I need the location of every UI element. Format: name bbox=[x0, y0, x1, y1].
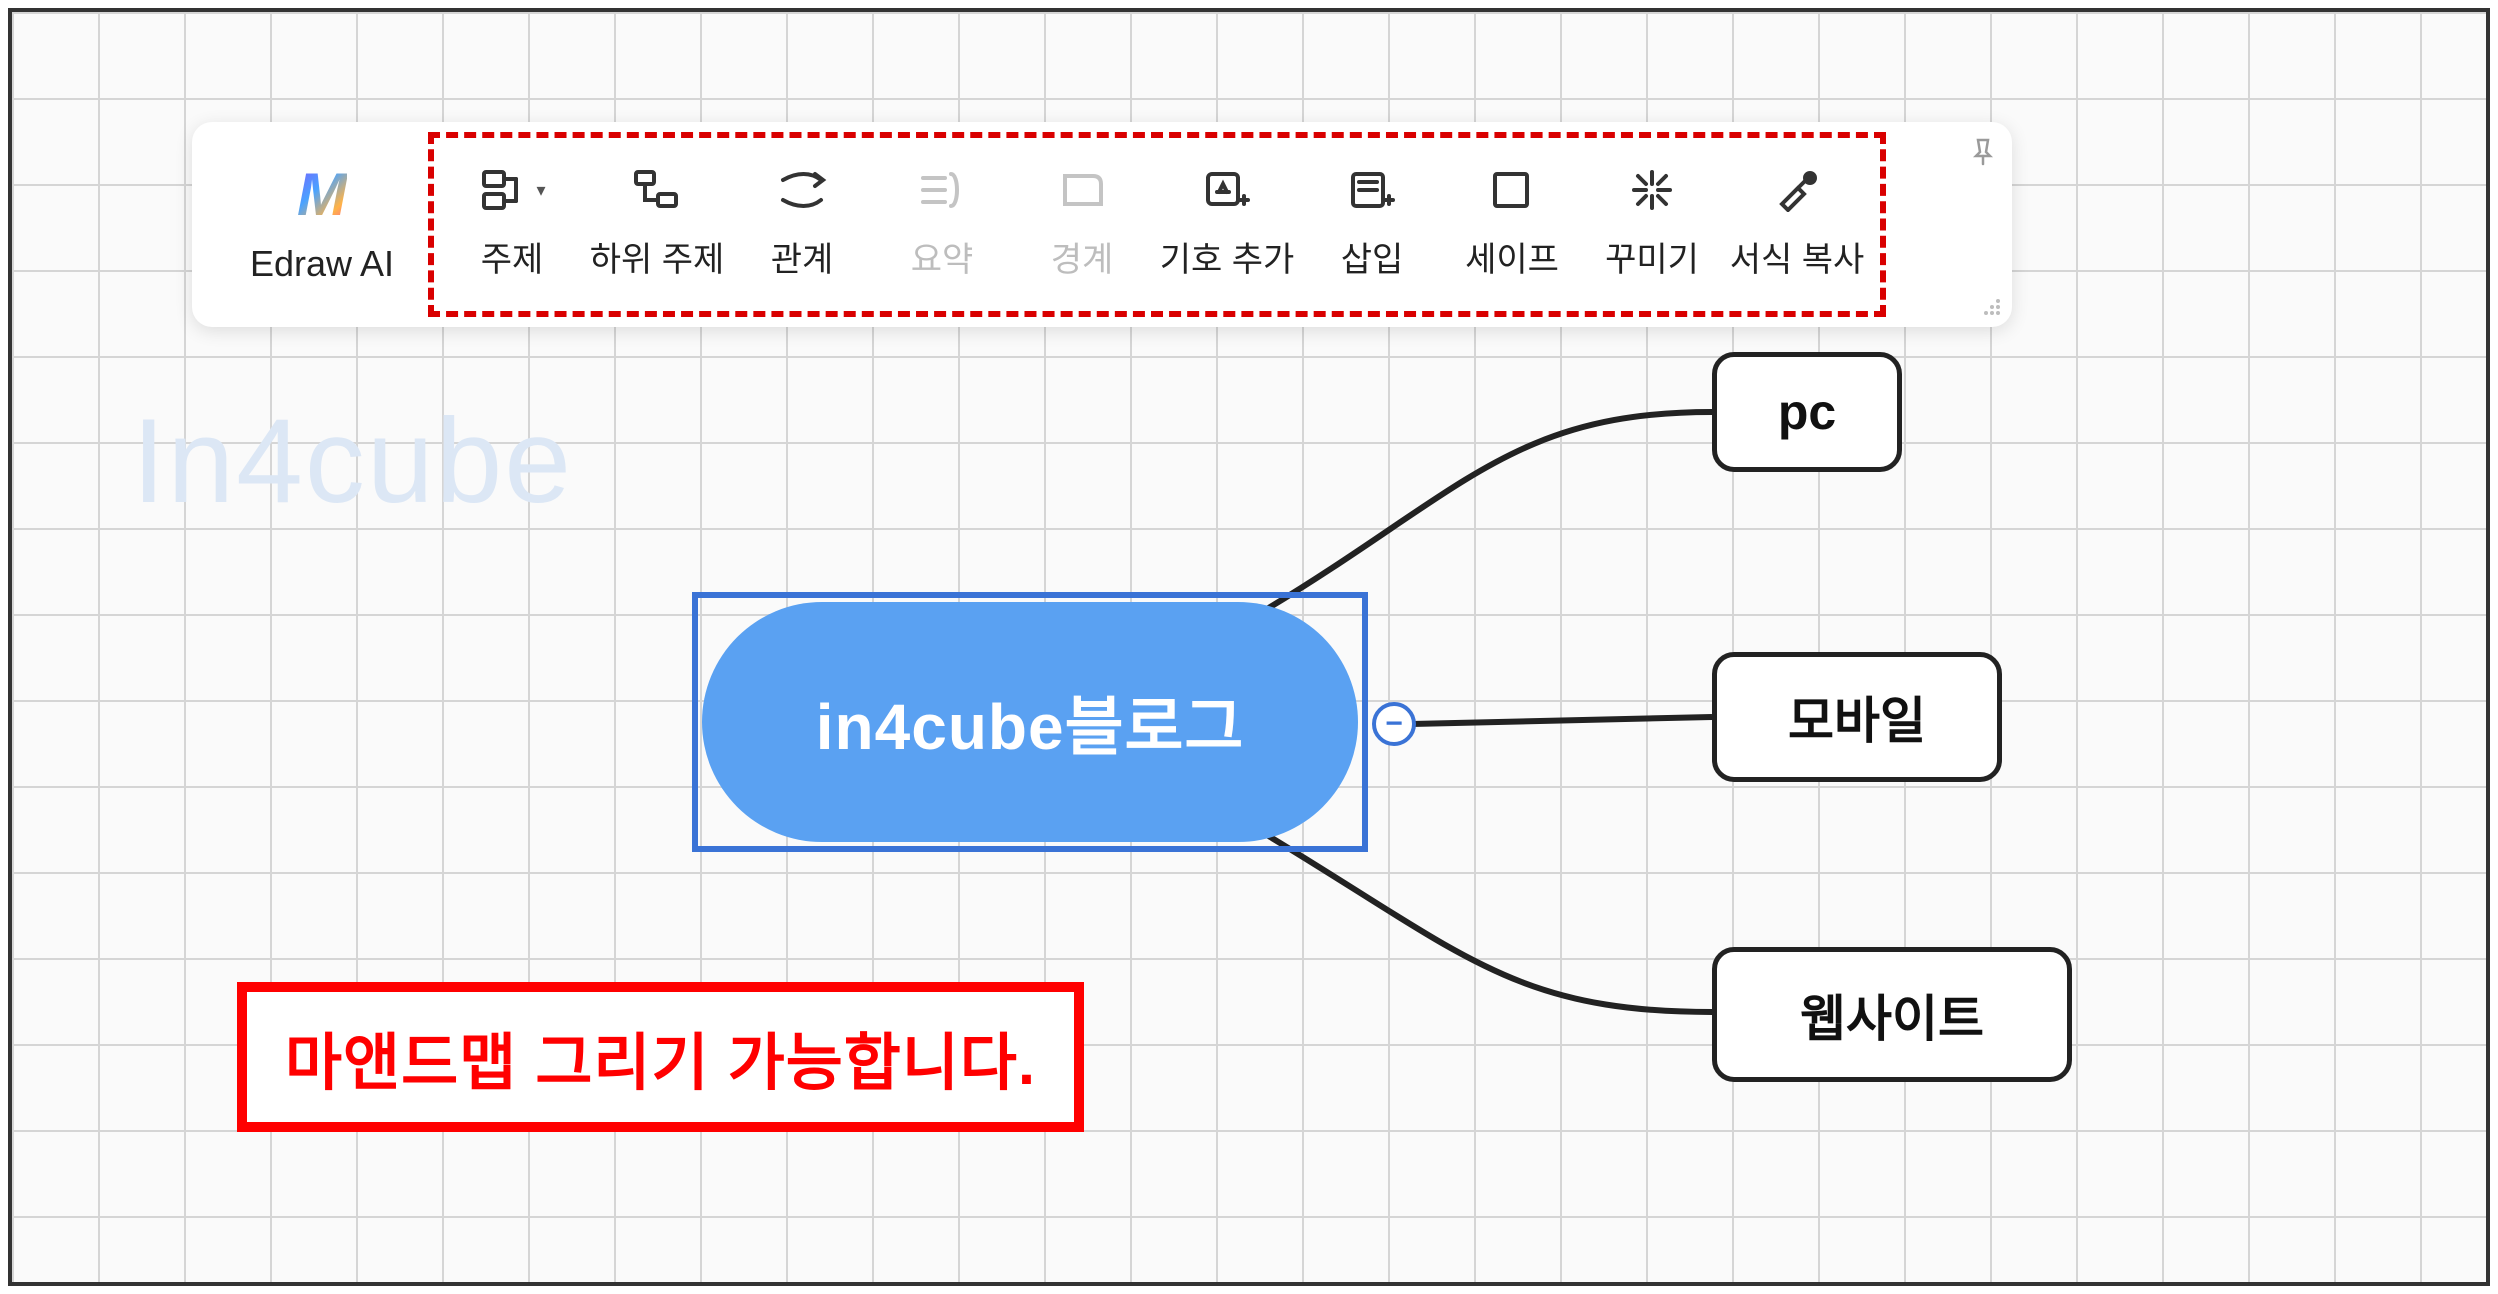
topic-icon bbox=[478, 168, 528, 212]
collapse-minus-icon: − bbox=[1385, 709, 1403, 739]
add-symbol-label: 기호 추가 bbox=[1160, 232, 1295, 281]
add-symbol-icon bbox=[1202, 168, 1252, 212]
child-node-mobile[interactable]: 모바일 bbox=[1712, 652, 2002, 782]
shape-icon bbox=[1487, 168, 1537, 212]
toolbar-main-group: ▾ 주제 하위 주제 bbox=[422, 122, 1892, 327]
boundary-icon bbox=[1057, 168, 1107, 212]
topic-label: 주제 bbox=[481, 232, 544, 281]
child-node-website[interactable]: 웹사이트 bbox=[1712, 947, 2072, 1082]
boundary-button: 경계 bbox=[1012, 142, 1152, 307]
child-node-website-text: 웹사이트 bbox=[1800, 979, 1984, 1051]
edraw-ai-icon: M bbox=[297, 165, 347, 225]
summary-button: 요약 bbox=[872, 142, 1012, 307]
resize-handle-icon[interactable] bbox=[1982, 297, 2002, 317]
watermark-text: In4cube bbox=[132, 392, 573, 530]
relationship-button[interactable]: 관계 bbox=[732, 142, 872, 307]
style-button[interactable]: 꾸미기 bbox=[1582, 142, 1722, 307]
subtopic-label: 하위 주제 bbox=[590, 232, 725, 281]
edraw-ai-button[interactable]: M Edraw AI bbox=[222, 165, 422, 285]
annotation-text: 마앤드맵 그리기 가능합니다. bbox=[285, 1029, 1036, 1098]
child-node-mobile-text: 모바일 bbox=[1788, 681, 1926, 753]
insert-label: 삽입 bbox=[1341, 232, 1404, 281]
boundary-label: 경계 bbox=[1051, 232, 1114, 281]
shape-button[interactable]: 세이프 bbox=[1442, 142, 1582, 307]
format-painter-icon bbox=[1772, 168, 1822, 212]
shape-label: 세이프 bbox=[1465, 232, 1559, 281]
relationship-icon bbox=[777, 168, 827, 212]
floating-toolbar: M Edraw AI ▾ 주제 bbox=[192, 122, 2012, 327]
edraw-ai-label: Edraw AI bbox=[250, 243, 394, 285]
topic-button[interactable]: ▾ 주제 bbox=[442, 142, 582, 307]
central-topic-text: in4cube블로그 bbox=[816, 676, 1244, 768]
pin-icon[interactable] bbox=[1968, 136, 1998, 166]
subtopic-button[interactable]: 하위 주제 bbox=[582, 142, 732, 307]
child-node-pc[interactable]: pc bbox=[1712, 352, 1902, 472]
insert-icon bbox=[1347, 168, 1397, 212]
summary-label: 요약 bbox=[911, 232, 974, 281]
style-label: 꾸미기 bbox=[1605, 232, 1699, 281]
insert-button[interactable]: 삽입 bbox=[1302, 142, 1442, 307]
child-node-pc-text: pc bbox=[1778, 383, 1836, 441]
add-symbol-button[interactable]: 기호 추가 bbox=[1152, 142, 1302, 307]
topic-dropdown-caret-icon: ▾ bbox=[536, 180, 545, 201]
collapse-handle[interactable]: − bbox=[1372, 702, 1416, 746]
relationship-label: 관계 bbox=[771, 232, 834, 281]
central-topic-node[interactable]: in4cube블로그 bbox=[702, 602, 1358, 842]
summary-icon bbox=[917, 168, 967, 212]
format-painter-button[interactable]: 서식 복사 bbox=[1722, 142, 1872, 307]
format-painter-label: 서식 복사 bbox=[1730, 232, 1865, 281]
style-sparkle-icon bbox=[1627, 168, 1677, 212]
subtopic-icon bbox=[632, 168, 682, 212]
annotation-callout: 마앤드맵 그리기 가능합니다. bbox=[237, 982, 1084, 1132]
canvas-frame[interactable]: M Edraw AI ▾ 주제 bbox=[8, 8, 2490, 1286]
